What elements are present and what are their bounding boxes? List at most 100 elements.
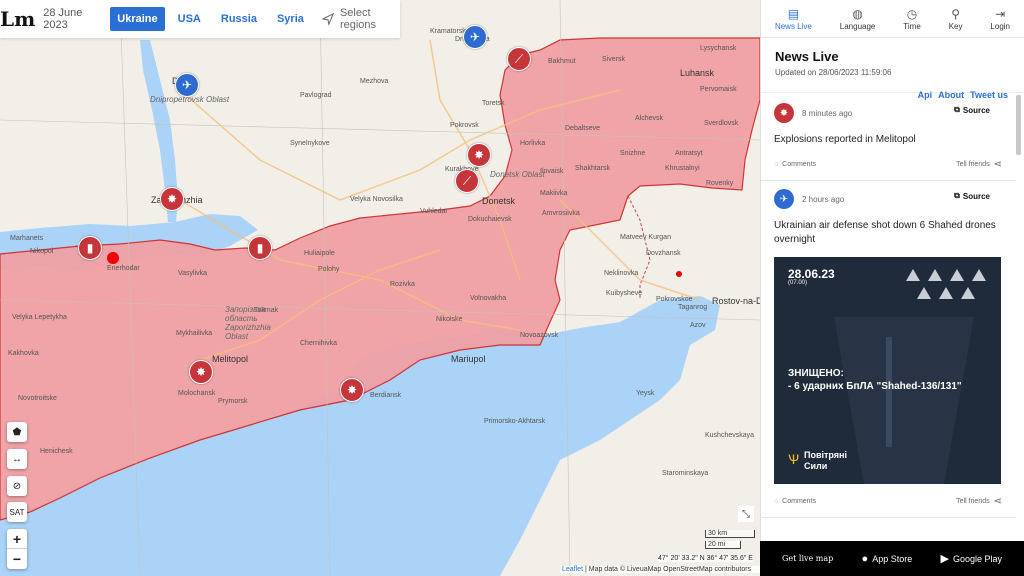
nav-label: Language [839, 21, 876, 31]
tab-russia[interactable]: Russia [214, 7, 264, 31]
place-label: Mykhailivka [176, 330, 213, 337]
place-label: Primorsko-Akhtarsk [484, 418, 546, 425]
missile-marker[interactable]: ▮ [248, 236, 272, 260]
google-play-label: Google Play [952, 553, 1002, 564]
place-label: Siversk [602, 56, 625, 63]
place-label: Kushchevskaya [705, 432, 755, 439]
top-bar: Lm 28 June 2023 Ukraine USA Russia Syria… [0, 0, 400, 38]
globe-icon: ◍ [852, 6, 863, 21]
google-play-button[interactable]: ▶ Google Play [941, 552, 1003, 565]
send-icon [321, 12, 334, 26]
tell-friends-button[interactable]: Tell friends ⋖ [956, 496, 1002, 507]
scale-mi: 20 mi [705, 541, 741, 549]
news-item[interactable]: ✸ 8 minutes ago ⧉ Source Explosions repor… [760, 95, 1016, 181]
tab-ukraine[interactable]: Ukraine [110, 7, 165, 31]
nav-key[interactable]: ⚲ Key [949, 7, 963, 31]
shelling-marker[interactable]: ⟋ [455, 169, 479, 193]
tab-usa[interactable]: USA [171, 7, 208, 31]
nav-news-live[interactable]: ▤ News Live [775, 7, 812, 31]
place-label: Taganrog [678, 304, 708, 311]
aircraft-marker[interactable]: ✈ [463, 25, 487, 49]
expand-icon[interactable]: ⤡ [738, 506, 754, 522]
place-label: Mariupol [451, 354, 486, 364]
play-icon: ▶ [940, 553, 949, 565]
external-link-icon: ⧉ [954, 191, 960, 200]
app-store-button[interactable]: ● App Store [862, 553, 913, 565]
nav-login[interactable]: ⇥ Login [990, 7, 1010, 31]
select-regions-label: Select regions [339, 7, 377, 31]
image-footer-2: Сили [804, 461, 828, 471]
nav-time[interactable]: ◷ Time [903, 7, 920, 31]
drone-icons [906, 269, 986, 299]
source-label: Source [962, 191, 990, 201]
aircraft-icon: ✈ [774, 189, 794, 209]
satellite-toggle-button[interactable]: SAT [7, 502, 27, 522]
place-label: Pavlograd [300, 92, 332, 99]
explosion-marker[interactable]: ✸ [160, 187, 184, 211]
place-label: Molochansk [178, 390, 216, 397]
news-title[interactable]: Explosions reported in Melitopol [774, 133, 1002, 147]
region-label: Запорізька область Zaporizhzhia Oblast [225, 305, 271, 341]
tell-friends-button[interactable]: Tell friends ⋖ [956, 159, 1002, 170]
place-label: Amvrosiivka [542, 210, 580, 217]
incident-dot[interactable] [107, 252, 119, 264]
comments-link[interactable]: ◌ Comments [774, 498, 816, 505]
place-label: Melitopol [212, 354, 249, 364]
source-link[interactable]: ⧉ Source [954, 191, 990, 201]
incident-dot[interactable] [676, 271, 682, 277]
feed-scrollbar[interactable] [1016, 95, 1021, 155]
leaflet-link[interactable]: Leaflet [562, 566, 583, 573]
map-base [0, 0, 760, 576]
place-label: Shakhtarsk [575, 165, 611, 172]
date-selector[interactable]: 28 June 2023 [43, 7, 101, 31]
explosion-marker[interactable]: ✸ [467, 143, 491, 167]
image-text-2: - 6 ударних БпЛА "Shahed-136/131" [788, 381, 962, 392]
panel-title: News Live [775, 49, 839, 64]
polygon-tool-button[interactable]: ⬟ [7, 422, 27, 442]
explosion-marker[interactable]: ✸ [340, 378, 364, 402]
news-item[interactable]: ✈ 2 hours ago ⧉ Source Ukrainian air defe… [760, 181, 1016, 518]
zoom-control: + − [7, 529, 27, 569]
news-image[interactable]: 28.06.23 (07.00) ЗНИЩЕНО: - 6 ударних БпЛ… [774, 257, 1001, 484]
panel-nav: ▤ News Live ◍ Language ◷ Time ⚲ Key ⇥ Login [761, 0, 1024, 38]
clock-icon: ◷ [906, 6, 918, 21]
news-title[interactable]: Ukrainian air defense shot down 6 Shahed… [774, 219, 1002, 247]
region-label: Donetsk Oblast [490, 170, 545, 179]
image-text-1: ЗНИЩЕНО: [788, 368, 844, 379]
source-link[interactable]: ⧉ Source [954, 105, 990, 115]
news-feed[interactable]: ✸ 8 minutes ago ⧉ Source Explosions repor… [760, 95, 1016, 541]
scale-km: 30 km [705, 530, 755, 538]
place-label: Volnovakha [470, 295, 507, 302]
explosion-marker[interactable]: ✸ [189, 360, 213, 384]
select-regions-button[interactable]: Select regions [321, 7, 400, 31]
panel-header: News Live Updated on 28/06/2023 11:59:06… [761, 38, 1024, 100]
nav-language[interactable]: ◍ Language [840, 7, 876, 31]
place-label: Enerhodar [107, 265, 140, 272]
hide-layer-button[interactable]: ⊘ [7, 476, 27, 496]
zoom-out-button[interactable]: − [7, 549, 27, 569]
attribution-text: | Map data © LiveuaMap OpenStreetMap con… [583, 566, 752, 573]
image-footer: Повітряні Сили [804, 450, 847, 472]
updated-timestamp: Updated on 28/06/2023 11:59:06 [775, 68, 892, 77]
nav-label: Login [990, 21, 1010, 31]
map-view[interactable]: DniproZaporizhzhiaDonetskLuhanskMariupol… [0, 0, 760, 576]
missile-marker[interactable]: ▮ [78, 236, 102, 260]
aircraft-marker[interactable]: ✈ [175, 73, 199, 97]
login-icon: ⇥ [995, 6, 1006, 21]
nav-label: Key [948, 21, 963, 31]
measure-tool-button[interactable]: ↔ [7, 449, 27, 469]
place-label: Nikolske [436, 316, 463, 323]
place-label: Polohy [318, 266, 340, 273]
logo[interactable]: Lm [0, 0, 35, 38]
comments-link[interactable]: ◌ Comments [774, 161, 816, 168]
place-label: Antratsyt [675, 150, 703, 157]
place-label: Henichesk [40, 448, 73, 455]
zoom-in-button[interactable]: + [7, 529, 27, 549]
place-label: Kramatorsk [430, 28, 466, 35]
place-label: Huliaipole [304, 250, 335, 257]
shelling-marker[interactable]: ⟋ [507, 47, 531, 71]
explosion-icon: ✸ [774, 103, 794, 123]
place-label: Yeysk [636, 390, 655, 397]
tab-syria[interactable]: Syria [270, 7, 311, 31]
place-label: Pokrovsk [450, 122, 479, 129]
